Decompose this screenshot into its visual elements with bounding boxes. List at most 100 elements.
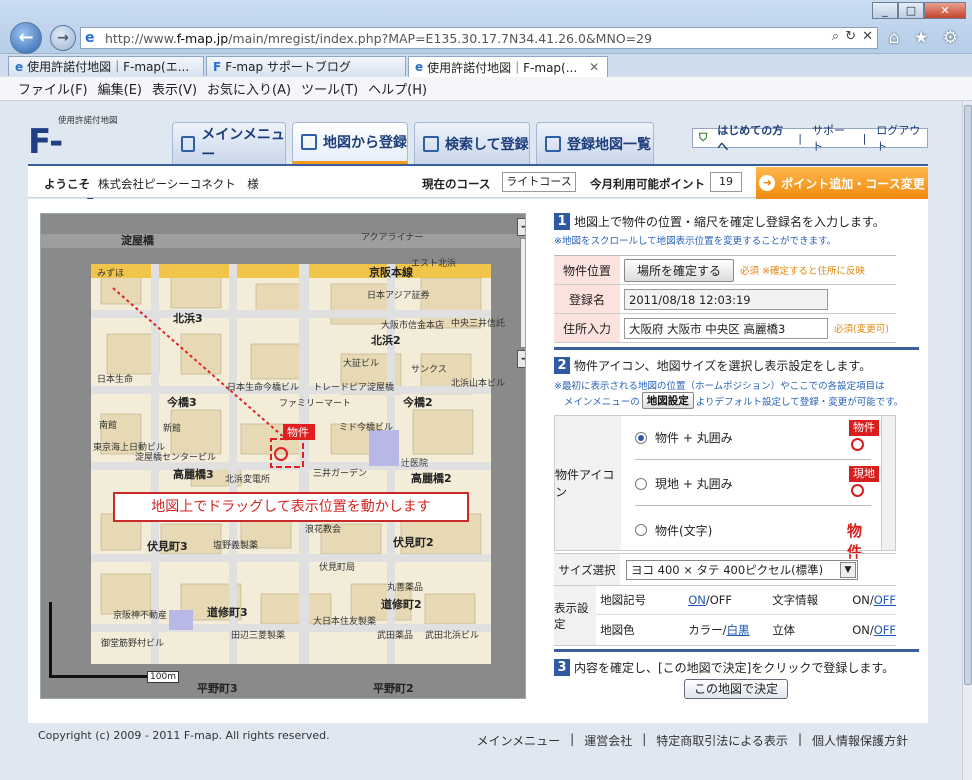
- svg-text:サンクス: サンクス: [411, 364, 447, 375]
- address-bar[interactable]: e http://www.f-map.jp/main/mregist/index…: [80, 27, 878, 49]
- link-beginners[interactable]: はじめての方へ: [717, 122, 788, 154]
- footer-main-menu[interactable]: メインメニュー: [477, 732, 561, 749]
- pin-preview-badge: 現地: [849, 466, 879, 482]
- browser-tab-2[interactable]: F F-map サポートブログ: [206, 56, 406, 76]
- size-select[interactable]: ヨコ 400 × タテ 400ピクセル(標準) ▼: [626, 559, 858, 580]
- minimize-button[interactable]: _: [872, 2, 898, 19]
- 3d-off[interactable]: OFF: [874, 623, 896, 637]
- nav-register-from-map[interactable]: 地図から登録: [292, 122, 408, 164]
- scrollbar-thumb[interactable]: [964, 105, 972, 685]
- step1-text: 地図上で物件の位置・縮尺を確定し登録名を入力します。: [574, 215, 885, 229]
- color-mode[interactable]: カラー/: [688, 623, 726, 637]
- course-value: ライトコース: [502, 172, 576, 192]
- nav-registered-list[interactable]: 登録地図一覧: [536, 122, 654, 164]
- zoom-in-button[interactable]: +: [517, 350, 525, 368]
- browser-tab-3-active[interactable]: e 使用許諾付地図｜F-map(... ✕: [408, 56, 608, 77]
- icon-option-1[interactable]: 物件 + 丸囲み 物件: [635, 416, 879, 460]
- size-value: ヨコ 400 × タテ 400ピクセル(標準) ▼: [620, 554, 896, 585]
- refresh-icon[interactable]: ↻: [845, 29, 856, 44]
- pin-circle-icon: [851, 484, 864, 497]
- svg-text:北浜2: 北浜2: [371, 333, 401, 347]
- zoom-slider[interactable]: [520, 238, 525, 348]
- nav-label: 検索して登録: [445, 136, 529, 153]
- search-icon[interactable]: ⌕: [832, 29, 839, 44]
- close-window-button[interactable]: ✕: [924, 2, 966, 19]
- symbol-off[interactable]: /OFF: [706, 593, 732, 607]
- stop-icon[interactable]: ✕: [862, 29, 873, 44]
- step1-number: 1: [554, 213, 570, 230]
- menu-view[interactable]: 表示(V): [152, 79, 197, 98]
- back-button[interactable]: ←: [10, 22, 42, 54]
- fmap-tab-icon: F: [213, 59, 222, 74]
- tab-close-icon[interactable]: ✕: [589, 60, 599, 74]
- radio-icon-3[interactable]: [635, 524, 647, 536]
- svg-text:平野町3: 平野町3: [197, 682, 238, 695]
- points-label: 今月利用可能ポイント: [590, 177, 705, 191]
- menu-edit[interactable]: 編集(E): [98, 79, 142, 98]
- menu-favorites[interactable]: お気に入り(A): [207, 79, 291, 98]
- address-value: 大阪府 大阪市 中央区 高麗橋3 必須(変更可): [620, 314, 896, 342]
- nav-search-register[interactable]: 検索して登録: [414, 122, 530, 164]
- radio-icon-2[interactable]: [635, 477, 647, 490]
- pin-preview-badge: 物件: [849, 420, 879, 436]
- svg-text:大阪市信金本店: 大阪市信金本店: [381, 319, 444, 331]
- menu-file[interactable]: ファイル(F): [18, 79, 88, 98]
- svg-text:田辺三菱製薬: 田辺三菱製薬: [231, 629, 285, 641]
- favorites-star-icon[interactable]: ★: [914, 28, 929, 48]
- icon-option-3[interactable]: 物件(文字) 物件: [635, 508, 871, 561]
- course-label: 現在のコース: [422, 177, 491, 191]
- confirm-map-button[interactable]: この地図で決定: [684, 679, 788, 699]
- confirm-location-button[interactable]: 場所を確定する: [624, 258, 735, 282]
- size-label: サイズ選択: [554, 554, 620, 585]
- svg-text:日本生命: 日本生命: [97, 373, 133, 385]
- row-display: 表示設定 地図記号 ON/OFF 文字情報 ON/OFF 地図色 カラー/白黒 …: [554, 586, 896, 646]
- settings-gear-icon[interactable]: ⚙: [943, 28, 958, 48]
- monochrome-mode[interactable]: 白黒: [727, 623, 750, 637]
- symbol-on[interactable]: ON: [688, 593, 706, 607]
- add-points-button[interactable]: ➜ ポイント追加・コース変更: [756, 167, 928, 199]
- menu-help[interactable]: ヘルプ(H): [368, 79, 427, 98]
- location-value: 場所を確定する 必須 ※確定すると住所に反映: [620, 256, 896, 284]
- fmap-logo[interactable]: 使用許諾付地図 F-map: [28, 114, 136, 202]
- browser-tab-1[interactable]: e 使用許諾付地図｜F-map(エ...: [8, 56, 204, 76]
- footer-privacy[interactable]: 個人情報保護方針: [812, 732, 908, 749]
- forward-button[interactable]: →: [50, 25, 76, 51]
- display-values: 地図記号 ON/OFF 文字情報 ON/OFF 地図色 カラー/白黒 立体 ON…: [596, 586, 896, 645]
- size-selected: ヨコ 400 × タテ 400ピクセル(標準): [631, 562, 824, 577]
- footer-legal[interactable]: 特定商取引法による表示: [656, 732, 788, 749]
- link-logout[interactable]: ログアウト: [876, 122, 927, 154]
- text-info-on[interactable]: ON/: [852, 593, 874, 607]
- svg-text:みずほ: みずほ: [97, 268, 124, 279]
- svg-text:武田薬品: 武田薬品: [377, 629, 413, 641]
- svg-text:武田北浜ビル: 武田北浜ビル: [425, 629, 479, 641]
- 3d-label: 立体: [772, 622, 796, 637]
- registration-name-input[interactable]: 2011/08/18 12:03:19: [624, 288, 828, 310]
- toolbar-icons: ⌂ ★ ⚙: [889, 28, 958, 48]
- step1-note: ※地図をスクロールして地図表示位置を変更することができます。: [554, 236, 837, 247]
- row-size: サイズ選択 ヨコ 400 × タテ 400ピクセル(標準) ▼: [554, 554, 896, 586]
- maximize-button[interactable]: □: [898, 2, 924, 19]
- home-icon[interactable]: ⌂: [889, 28, 900, 48]
- svg-text:北浜変電所: 北浜変電所: [225, 473, 270, 485]
- nav-main-menu[interactable]: メインメニュー: [172, 122, 286, 164]
- svg-text:淀屋橋: 淀屋橋: [121, 233, 155, 247]
- footer-company[interactable]: 運営会社: [584, 732, 632, 749]
- section-divider: [554, 347, 919, 350]
- map-viewport[interactable]: 淀屋橋 京阪本線 北浜3 北浜2 今橋3 今橋2 高麗橋3 高麗橋2 伏見町3 伏見町2 道修…: [40, 213, 526, 699]
- address-input[interactable]: 大阪府 大阪市 中央区 高麗橋3: [624, 317, 828, 339]
- menu-tools[interactable]: ツール(T): [301, 79, 358, 98]
- svg-text:大日本住友製薬: 大日本住友製薬: [313, 615, 376, 627]
- 3d-on[interactable]: ON/: [852, 623, 874, 637]
- icon-list-scrollbar[interactable]: [881, 416, 895, 550]
- link-support[interactable]: サポート: [812, 122, 853, 154]
- icon-option-2[interactable]: 現地 + 丸囲み 現地: [635, 462, 879, 506]
- text-info-off[interactable]: OFF: [874, 593, 896, 607]
- zoom-out-button[interactable]: −: [517, 218, 525, 236]
- map-settings-button[interactable]: 地図設定: [641, 392, 694, 409]
- radio-icon-1[interactable]: [635, 431, 647, 444]
- note-suffix: よりデフォルト設定して登録・変更が可能です。: [695, 396, 904, 408]
- page-scrollbar[interactable]: [962, 101, 972, 780]
- site-footer: Copyright (c) 2009 - 2011 F-map. All rig…: [28, 724, 928, 754]
- svg-text:浪花教会: 浪花教会: [305, 523, 341, 535]
- map-pin-label: 物件: [287, 425, 309, 439]
